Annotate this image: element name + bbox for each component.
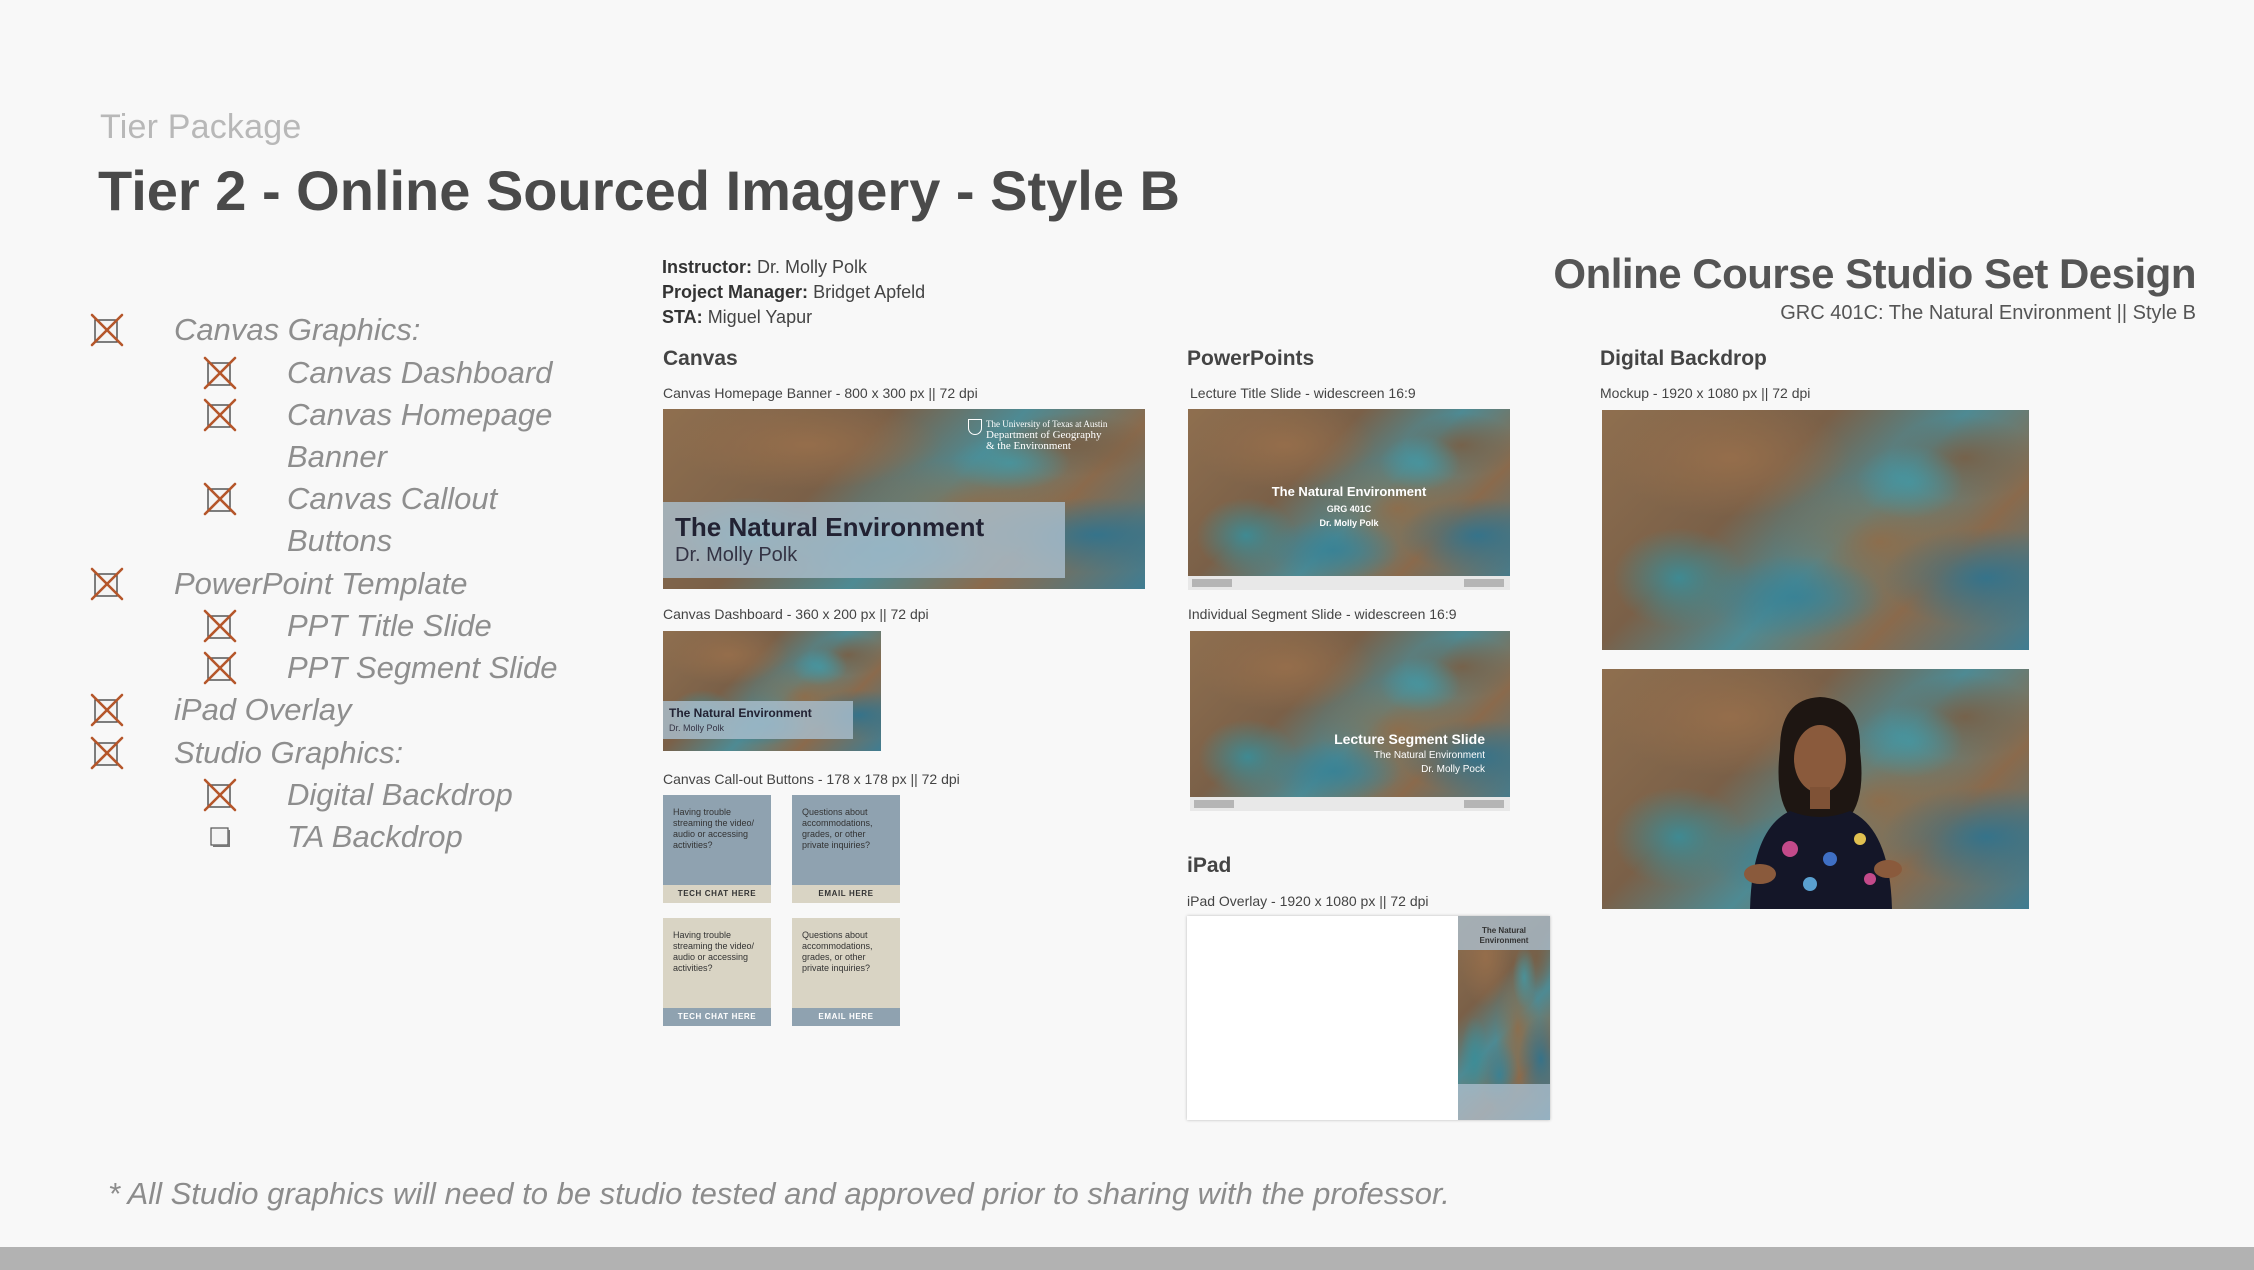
canvas-heading: Canvas xyxy=(663,347,738,370)
banner-caption: Canvas Homepage Banner - 800 x 300 px ||… xyxy=(663,385,978,401)
callout-text: Having trouble streaming the video/ audi… xyxy=(673,807,755,850)
instructor-name: Dr. Molly Polk xyxy=(757,257,868,277)
checked-box-icon[interactable] xyxy=(90,736,124,770)
checklist-item-label: Canvas Homepage xyxy=(287,397,553,432)
dashboard-name: Dr. Molly Polk xyxy=(669,723,725,733)
powerpoints-heading: PowerPoints xyxy=(1187,347,1315,370)
slide-logo-strip xyxy=(1188,576,1510,590)
project-manager-name: Bridget Apfeld xyxy=(813,282,926,302)
segment-title: Lecture Segment Slide xyxy=(1334,731,1485,747)
unchecked-box-icon[interactable] xyxy=(203,820,237,854)
bottom-bar xyxy=(0,1247,2254,1270)
banner-title-box: The Natural Environment Dr. Molly Polk xyxy=(663,502,1065,578)
shield-icon xyxy=(968,419,982,435)
backdrop-heading: Digital Backdrop xyxy=(1600,347,1767,370)
callout-action-label[interactable]: TECH CHAT HERE xyxy=(663,885,771,903)
slide-logo-strip xyxy=(1190,797,1510,811)
board-meta: Instructor: Dr. Molly Polk Project Manag… xyxy=(662,255,925,330)
page-title: Tier 2 - Online Sourced Imagery - Style … xyxy=(98,159,1180,222)
checklist-item-label: iPad Overlay xyxy=(174,692,352,727)
ipad-caption: iPad Overlay - 1920 x 1080 px || 72 dpi xyxy=(1187,893,1429,909)
segment-name: Dr. Molly Pock xyxy=(1421,764,1485,775)
checklist-item-label: PowerPoint Template xyxy=(174,566,468,601)
dept-line-1: The University of Texas at Austin xyxy=(986,419,1108,429)
banner-name: Dr. Molly Polk xyxy=(675,544,798,566)
callout-button-card[interactable]: Having trouble streaming the video/ audi… xyxy=(663,918,771,1026)
presenter-photo xyxy=(1744,697,1902,909)
dashboard-caption: Canvas Dashboard - 360 x 200 px || 72 dp… xyxy=(663,606,929,622)
dashboard-title-box: The Natural Environment Dr. Molly Polk xyxy=(663,701,853,739)
checked-box-icon[interactable] xyxy=(90,693,124,727)
callout-action-label[interactable]: EMAIL HERE xyxy=(792,1008,900,1026)
checklist-item-label: Digital Backdrop xyxy=(287,777,513,812)
canvas-dashboard-image: The Natural Environment Dr. Molly Polk xyxy=(663,631,881,751)
ipad-heading: iPad xyxy=(1187,854,1232,877)
checklist-item-label: Buttons xyxy=(287,523,393,558)
project-manager-label: Project Manager: xyxy=(662,282,809,302)
footnote: * All Studio graphics will need to be st… xyxy=(108,1176,1450,1211)
digital-backdrop-mockup xyxy=(1602,669,2029,909)
checklist-item-label: PPT Title Slide xyxy=(287,608,492,643)
tier-package-kicker: Tier Package xyxy=(100,108,302,146)
checklist-item-label: Canvas Callout xyxy=(287,481,498,516)
dept-line-3: & the Environment xyxy=(986,440,1071,452)
checklist-item-label: Banner xyxy=(287,439,387,474)
title-slide-name: Dr. Molly Polk xyxy=(1319,518,1379,528)
board-subtitle: GRC 401C: The Natural Environment || Sty… xyxy=(1780,302,2196,324)
ppt-title-slide: The Natural Environment GRG 401C Dr. Mol… xyxy=(1188,409,1510,590)
instructor-label: Instructor: xyxy=(662,257,752,277)
checklist-item-label: TA Backdrop xyxy=(287,819,463,854)
callout-text: Questions about accommodations, grades, … xyxy=(802,807,873,850)
board-title: Online Course Studio Set Design xyxy=(1553,250,2196,297)
checklist-item-label: Canvas Graphics: xyxy=(174,312,421,347)
backdrop-caption: Mockup - 1920 x 1080 px || 72 dpi xyxy=(1600,385,1811,401)
sta-label: STA: xyxy=(662,307,703,327)
checked-box-icon[interactable] xyxy=(203,778,237,812)
callout-text: Having trouble streaming the video/ audi… xyxy=(673,930,755,973)
checklist-item-label: PPT Segment Slide xyxy=(287,650,558,685)
sta-name: Miguel Yapur xyxy=(707,307,813,327)
digital-backdrop-image xyxy=(1602,410,2029,650)
callout-action-label[interactable]: EMAIL HERE xyxy=(792,885,900,903)
ppt-segment-slide: Lecture Segment Slide The Natural Enviro… xyxy=(1190,631,1510,811)
segment-course: The Natural Environment xyxy=(1373,750,1485,761)
checklist-item-label: Studio Graphics: xyxy=(174,735,404,770)
checked-box-icon[interactable] xyxy=(90,567,124,601)
ipad-overlay: The Natural Environment xyxy=(1187,916,1550,1120)
title-slide-title: The Natural Environment xyxy=(1271,484,1427,499)
checked-box-icon[interactable] xyxy=(90,313,124,347)
callout-button-card[interactable]: Having trouble streaming the video/ audi… xyxy=(663,795,771,903)
banner-title: The Natural Environment xyxy=(675,512,985,542)
checked-box-icon[interactable] xyxy=(203,651,237,685)
callout-button-card[interactable]: Questions about accommodations, grades, … xyxy=(792,795,900,903)
checklist-item-label: Canvas Dashboard xyxy=(287,355,553,390)
checked-box-icon[interactable] xyxy=(203,482,237,516)
ipad-strip-title: The Natural Environment xyxy=(1479,926,1529,945)
callout-caption: Canvas Call-out Buttons - 178 x 178 px |… xyxy=(663,771,960,787)
checked-box-icon[interactable] xyxy=(203,398,237,432)
title-slide-code: GRG 401C xyxy=(1326,504,1372,514)
checked-box-icon[interactable] xyxy=(203,356,237,390)
title-slide-caption: Lecture Title Slide - widescreen 16:9 xyxy=(1190,385,1416,401)
dashboard-title: The Natural Environment xyxy=(669,706,812,720)
checked-box-icon[interactable] xyxy=(203,609,237,643)
callout-text: Questions about accommodations, grades, … xyxy=(802,930,873,973)
callout-button-card[interactable]: Questions about accommodations, grades, … xyxy=(792,918,900,1026)
callout-action-label[interactable]: TECH CHAT HERE xyxy=(663,1008,771,1026)
canvas-homepage-banner: The University of Texas at Austin Departm… xyxy=(663,409,1145,589)
department-logo: The University of Texas at Austin Departm… xyxy=(968,419,1133,452)
ipad-side-strip: The Natural Environment xyxy=(1458,916,1550,1120)
segment-slide-caption: Individual Segment Slide - widescreen 16… xyxy=(1188,606,1457,622)
